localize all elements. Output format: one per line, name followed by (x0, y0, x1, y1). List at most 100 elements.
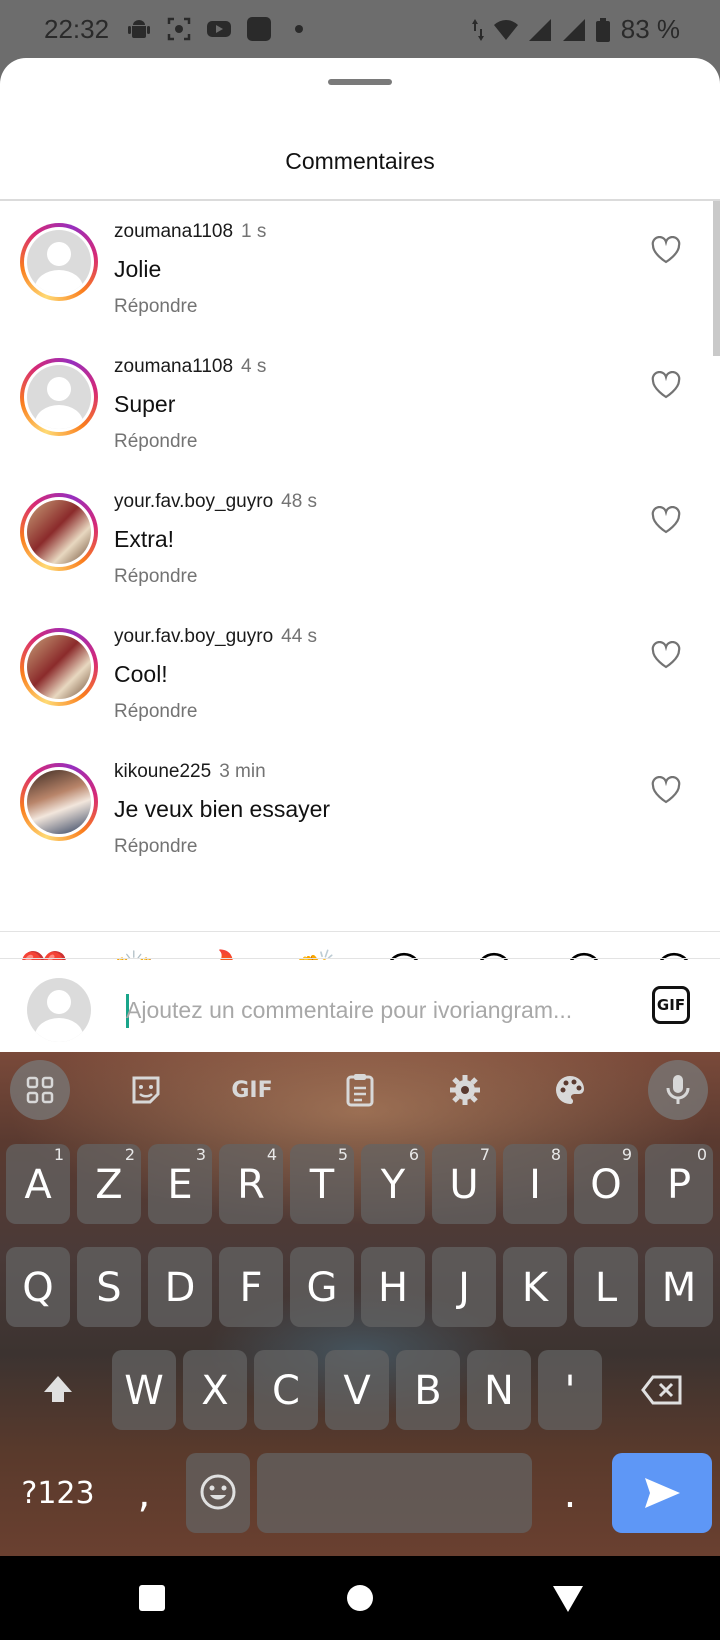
youtube-icon (207, 21, 231, 37)
gif-tool[interactable]: GIF (222, 1060, 282, 1120)
key-p[interactable]: P0 (645, 1144, 713, 1224)
key-w[interactable]: W (112, 1350, 176, 1430)
key-m[interactable]: M (645, 1247, 713, 1327)
key-x[interactable]: X (183, 1350, 247, 1430)
key-d[interactable]: D (148, 1247, 212, 1327)
comment-time: 48 s (281, 491, 318, 512)
key-a[interactable]: A1 (6, 1144, 70, 1224)
reply-button[interactable]: Répondre (114, 431, 197, 453)
key-e[interactable]: E3 (148, 1144, 212, 1224)
reply-button[interactable]: Répondre (114, 296, 197, 318)
gear-icon[interactable] (435, 1060, 495, 1120)
scrollbar[interactable] (713, 201, 720, 356)
gif-button[interactable]: GIF (652, 986, 690, 1024)
shift-key[interactable] (22, 1350, 94, 1430)
period-key[interactable]: . (538, 1453, 602, 1533)
dot-icon (295, 25, 303, 33)
comments-sheet: Commentaires zoumana1108 1 s Jolie Répond… (0, 58, 720, 1052)
key-u[interactable]: U7 (432, 1144, 496, 1224)
comment-item: zoumana1108 1 s Jolie Répondre (0, 201, 720, 342)
key-r[interactable]: R4 (219, 1144, 283, 1224)
comment-username[interactable]: zoumana1108 (114, 356, 233, 377)
reply-button[interactable]: Répondre (114, 836, 197, 858)
key-n[interactable]: N (467, 1350, 531, 1430)
sheet-drag-handle[interactable] (328, 79, 392, 85)
mic-icon[interactable] (648, 1060, 708, 1120)
comment-text: Jolie (114, 256, 162, 282)
app-icon (247, 17, 271, 41)
comment-username[interactable]: zoumana1108 (114, 221, 233, 242)
comment-header: zoumana1108 4 s (114, 356, 266, 378)
key-i[interactable]: I8 (503, 1144, 567, 1224)
clipboard-icon[interactable] (330, 1060, 390, 1120)
symbols-key[interactable]: ?123 (10, 1453, 106, 1533)
emoji-key[interactable] (186, 1453, 250, 1533)
comments-list[interactable]: zoumana1108 1 s Jolie Répondre zoumana110… (0, 201, 720, 931)
apps-grid-icon[interactable] (10, 1060, 70, 1120)
comment-time: 4 s (241, 356, 267, 377)
key-h[interactable]: H (361, 1247, 425, 1327)
key-apostrophe[interactable]: ' (538, 1350, 602, 1430)
comment-item: your.fav.boy_guyro 48 s Extra! Répondre (0, 471, 720, 612)
key-v[interactable]: V (325, 1350, 389, 1430)
status-bar: 22:32 83 % (0, 0, 720, 58)
heart-icon[interactable] (651, 506, 681, 534)
key-f[interactable]: F (219, 1247, 283, 1327)
keyboard-toolbar: GIF (0, 1052, 720, 1128)
key-t[interactable]: T5 (290, 1144, 354, 1224)
sticker-icon[interactable] (116, 1060, 176, 1120)
heart-icon[interactable] (651, 236, 681, 264)
back-button[interactable] (550, 1580, 586, 1616)
send-key[interactable] (612, 1453, 712, 1533)
key-z[interactable]: Z2 (77, 1144, 141, 1224)
avatar[interactable] (20, 223, 98, 301)
comment-username[interactable]: your.fav.boy_guyro (114, 626, 273, 647)
wifi-icon (493, 19, 518, 40)
battery-icon (595, 17, 610, 42)
comment-time: 3 min (219, 761, 266, 782)
comment-header: your.fav.boy_guyro 48 s (114, 491, 317, 513)
comment-composer: GIF (0, 960, 720, 1052)
comment-item: kikoune225 3 min Je veux bien essayer Rép… (0, 741, 720, 882)
heart-icon[interactable] (651, 371, 681, 399)
comma-key[interactable]: , (112, 1453, 176, 1533)
key-k[interactable]: K (503, 1247, 567, 1327)
keyboard: GIF A1 Z2 E3 R4 T5 Y6 U7 I8 O9 P0 Q S D … (0, 1052, 720, 1556)
status-time: 22:32 (44, 14, 110, 44)
palette-icon[interactable] (540, 1060, 600, 1120)
divider (0, 958, 720, 959)
avatar (27, 978, 91, 1042)
key-l[interactable]: L (574, 1247, 638, 1327)
key-s[interactable]: S (77, 1247, 141, 1327)
comment-username[interactable]: kikoune225 (114, 761, 211, 782)
avatar[interactable] (20, 763, 98, 841)
reply-button[interactable]: Répondre (114, 566, 197, 588)
heart-icon[interactable] (651, 641, 681, 669)
comment-text: Extra! (114, 526, 175, 552)
key-b[interactable]: B (396, 1350, 460, 1430)
avatar[interactable] (20, 493, 98, 571)
key-y[interactable]: Y6 (361, 1144, 425, 1224)
recents-button[interactable] (134, 1580, 170, 1616)
comment-header: kikoune225 3 min (114, 761, 266, 783)
backspace-key[interactable] (624, 1350, 700, 1430)
reply-button[interactable]: Répondre (114, 701, 197, 723)
key-o[interactable]: O9 (574, 1144, 638, 1224)
key-j[interactable]: J (432, 1247, 496, 1327)
comment-username[interactable]: your.fav.boy_guyro (114, 491, 273, 512)
battery-percent: 83 % (620, 14, 680, 44)
avatar[interactable] (20, 358, 98, 436)
key-q[interactable]: Q (6, 1247, 70, 1327)
comment-item: your.fav.boy_guyro 44 s Cool! Répondre (0, 606, 720, 747)
comment-input[interactable] (126, 988, 616, 1032)
space-bar[interactable] (257, 1453, 532, 1533)
signal-icon (528, 18, 551, 41)
comment-item: zoumana1108 4 s Super Répondre (0, 336, 720, 477)
data-arrows-icon (471, 18, 484, 41)
navigation-bar (0, 1556, 720, 1640)
heart-icon[interactable] (651, 776, 681, 804)
avatar[interactable] (20, 628, 98, 706)
key-c[interactable]: C (254, 1350, 318, 1430)
key-g[interactable]: G (290, 1247, 354, 1327)
home-button[interactable] (342, 1580, 378, 1616)
